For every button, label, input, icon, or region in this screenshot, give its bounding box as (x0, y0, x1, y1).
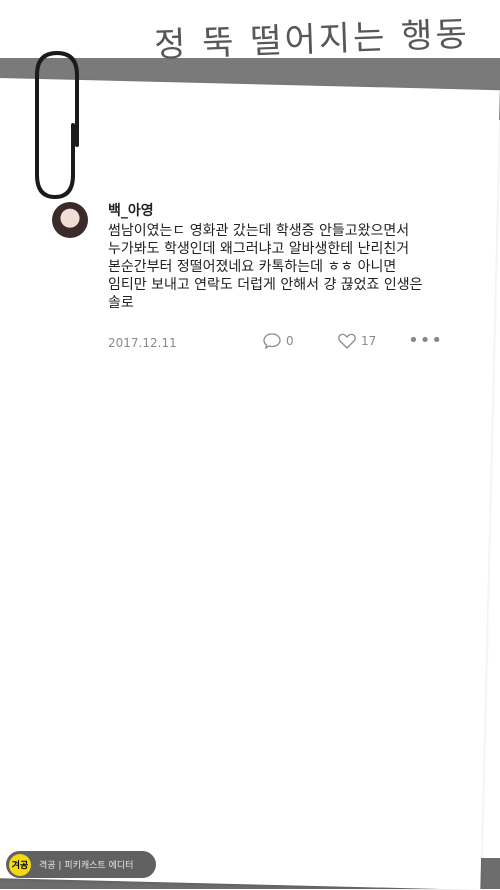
like-count: 17 (361, 334, 377, 348)
username[interactable]: 백_아영 (108, 200, 154, 220)
post-text: 썸남이였는ㄷ 영화관 갔는데 학생증 안들고왔으면서 누가봐도 학생인데 왜그러… (108, 223, 423, 311)
post-date: 2017.12.11 (108, 336, 177, 350)
comment-button[interactable]: 0 (263, 333, 294, 349)
brand-logo: 겨공 (9, 853, 31, 876)
paperclip-icon (35, 50, 79, 200)
comment-count: 0 (286, 334, 294, 348)
editor-badge[interactable]: 겨공 격공 | 피키캐스트 에디터 (6, 851, 156, 878)
post-meta: 2017.12.11 0 17 ••• (108, 330, 443, 354)
like-button[interactable]: 17 (338, 333, 376, 349)
comment-icon (263, 333, 281, 349)
avatar[interactable] (52, 202, 88, 238)
heart-icon (338, 333, 356, 349)
more-options-button[interactable]: ••• (408, 330, 443, 351)
editor-label: 격공 | 피키캐스트 에디터 (39, 861, 134, 871)
